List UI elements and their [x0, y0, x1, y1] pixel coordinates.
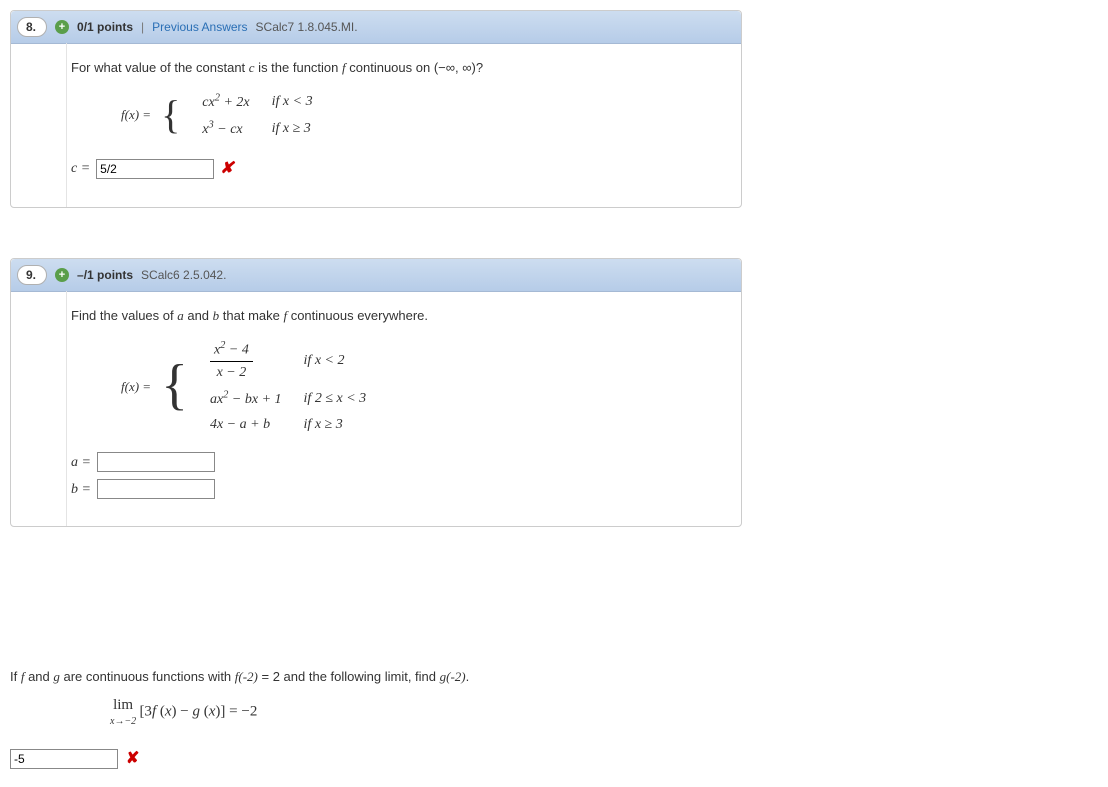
piece-cond: if x ≥ 3 — [262, 116, 323, 141]
prompt-part: continuous on (−∞, ∞)? — [346, 60, 483, 75]
piecewise-table: x2 − 4 x − 2 if x < 2 ax2 − bx + 1 if 2 … — [198, 335, 378, 437]
prompt-part: For what value of the constant — [71, 60, 249, 75]
extra-problem: If f and g are continuous functions with… — [10, 667, 870, 772]
piece-row: ax2 − bx + 1 if 2 ≤ x < 3 — [200, 386, 376, 411]
piece-row: x3 − cx if x ≥ 3 — [192, 116, 322, 141]
question-8: 8. + 0/1 points | Previous Answers SCalc… — [10, 10, 742, 208]
b-input[interactable] — [97, 479, 215, 499]
prompt-part: continuous everywhere. — [287, 308, 428, 323]
prompt-part: and — [184, 308, 213, 323]
separator: | — [141, 20, 144, 34]
prompt-text: For what value of the constant c is the … — [71, 58, 725, 78]
piecewise-function: f(x) = { x2 − 4 x − 2 if x < 2 ax2 − bx … — [121, 335, 725, 437]
lim-sub: x→−2 — [110, 714, 136, 730]
prompt-part: If — [10, 669, 21, 684]
a-input[interactable] — [97, 452, 215, 472]
piece-expr: ax2 − bx + 1 — [210, 392, 282, 407]
answer-row: ✘ — [10, 746, 870, 772]
prompt-part: Find the values of — [71, 308, 177, 323]
expand-icon[interactable]: + — [55, 268, 69, 282]
answer-label: a = — [71, 452, 91, 473]
question-number: 9. — [26, 268, 36, 282]
prompt-gv: g(-2) — [440, 669, 466, 684]
prompt-text: Find the values of a and b that make f c… — [71, 306, 725, 326]
question-number-pill: 8. — [17, 17, 47, 37]
previous-answers-link[interactable]: Previous Answers — [152, 20, 247, 34]
answer-row-c: c = ✘ — [71, 157, 725, 181]
piece-expr: 4x − a + b — [210, 417, 270, 432]
question-header: 8. + 0/1 points | Previous Answers SCalc… — [11, 11, 741, 44]
question-9: 9. + –/1 points SCalc6 2.5.042. Find the… — [10, 258, 742, 527]
prompt-part: are continuous functions with — [60, 669, 235, 684]
sidebar-divider — [66, 291, 67, 526]
lim-body: [3f (x) − g (x)] = −2 — [139, 704, 257, 720]
piece-row: x2 − 4 x − 2 if x < 2 — [200, 337, 376, 384]
prompt-part: = 2 and the following limit, find — [258, 669, 440, 684]
fx-label: f(x) = — [121, 377, 151, 397]
answer-label: c = — [71, 158, 90, 179]
piece-cond: if x ≥ 3 — [294, 413, 377, 436]
brace-icon: { — [161, 99, 180, 131]
wrong-icon: ✘ — [126, 746, 139, 772]
wrong-icon: ✘ — [220, 157, 233, 181]
points-text: –/1 points — [77, 268, 133, 282]
points-text: 0/1 points — [77, 20, 133, 34]
piece-cond: if x < 2 — [294, 337, 377, 384]
piecewise-table: cx2 + 2x if x < 3 x3 − cx if x ≥ 3 — [190, 88, 324, 143]
piece-cond: if 2 ≤ x < 3 — [294, 386, 377, 411]
sidebar-divider — [66, 43, 67, 207]
piece-expr: cx2 + 2x — [202, 95, 249, 110]
question-number-pill: 9. — [17, 265, 47, 285]
prompt-part: is the function — [255, 60, 342, 75]
piece-expr: x3 − cx — [202, 122, 242, 137]
prompt-part: that make — [219, 308, 283, 323]
answer-label: b = — [71, 479, 91, 500]
numerator: x2 − 4 — [210, 338, 253, 362]
question-number: 8. — [26, 20, 36, 34]
prompt-part: and — [24, 669, 53, 684]
piecewise-function: f(x) = { cx2 + 2x if x < 3 x3 − cx if x … — [121, 88, 725, 143]
limit-expression: lim x→−2 [3f (x) − g (x)] = −2 — [110, 693, 870, 730]
denominator: x − 2 — [210, 362, 253, 383]
fx-label: f(x) = — [121, 105, 151, 125]
prompt-text: If f and g are continuous functions with… — [10, 667, 870, 688]
question-body: Find the values of a and b that make f c… — [11, 292, 741, 526]
reference-code: SCalc7 1.8.045.MI. — [256, 20, 358, 34]
g-answer-input[interactable] — [10, 749, 118, 769]
piece-row: 4x − a + b if x ≥ 3 — [200, 413, 376, 436]
question-body: For what value of the constant c is the … — [11, 44, 741, 207]
expand-icon[interactable]: + — [55, 20, 69, 34]
brace-icon: { — [161, 363, 188, 408]
c-input[interactable] — [96, 159, 214, 179]
question-header: 9. + –/1 points SCalc6 2.5.042. — [11, 259, 741, 292]
prompt-part: . — [466, 669, 470, 684]
piece-row: cx2 + 2x if x < 3 — [192, 90, 322, 115]
piece-cond: if x < 3 — [262, 90, 323, 115]
fraction: x2 − 4 x − 2 — [210, 338, 253, 383]
answer-row-b: b = — [71, 479, 725, 500]
answer-row-a: a = — [71, 452, 725, 473]
prompt-fv: f(-2) — [235, 669, 258, 684]
reference-code: SCalc6 2.5.042. — [141, 268, 226, 282]
